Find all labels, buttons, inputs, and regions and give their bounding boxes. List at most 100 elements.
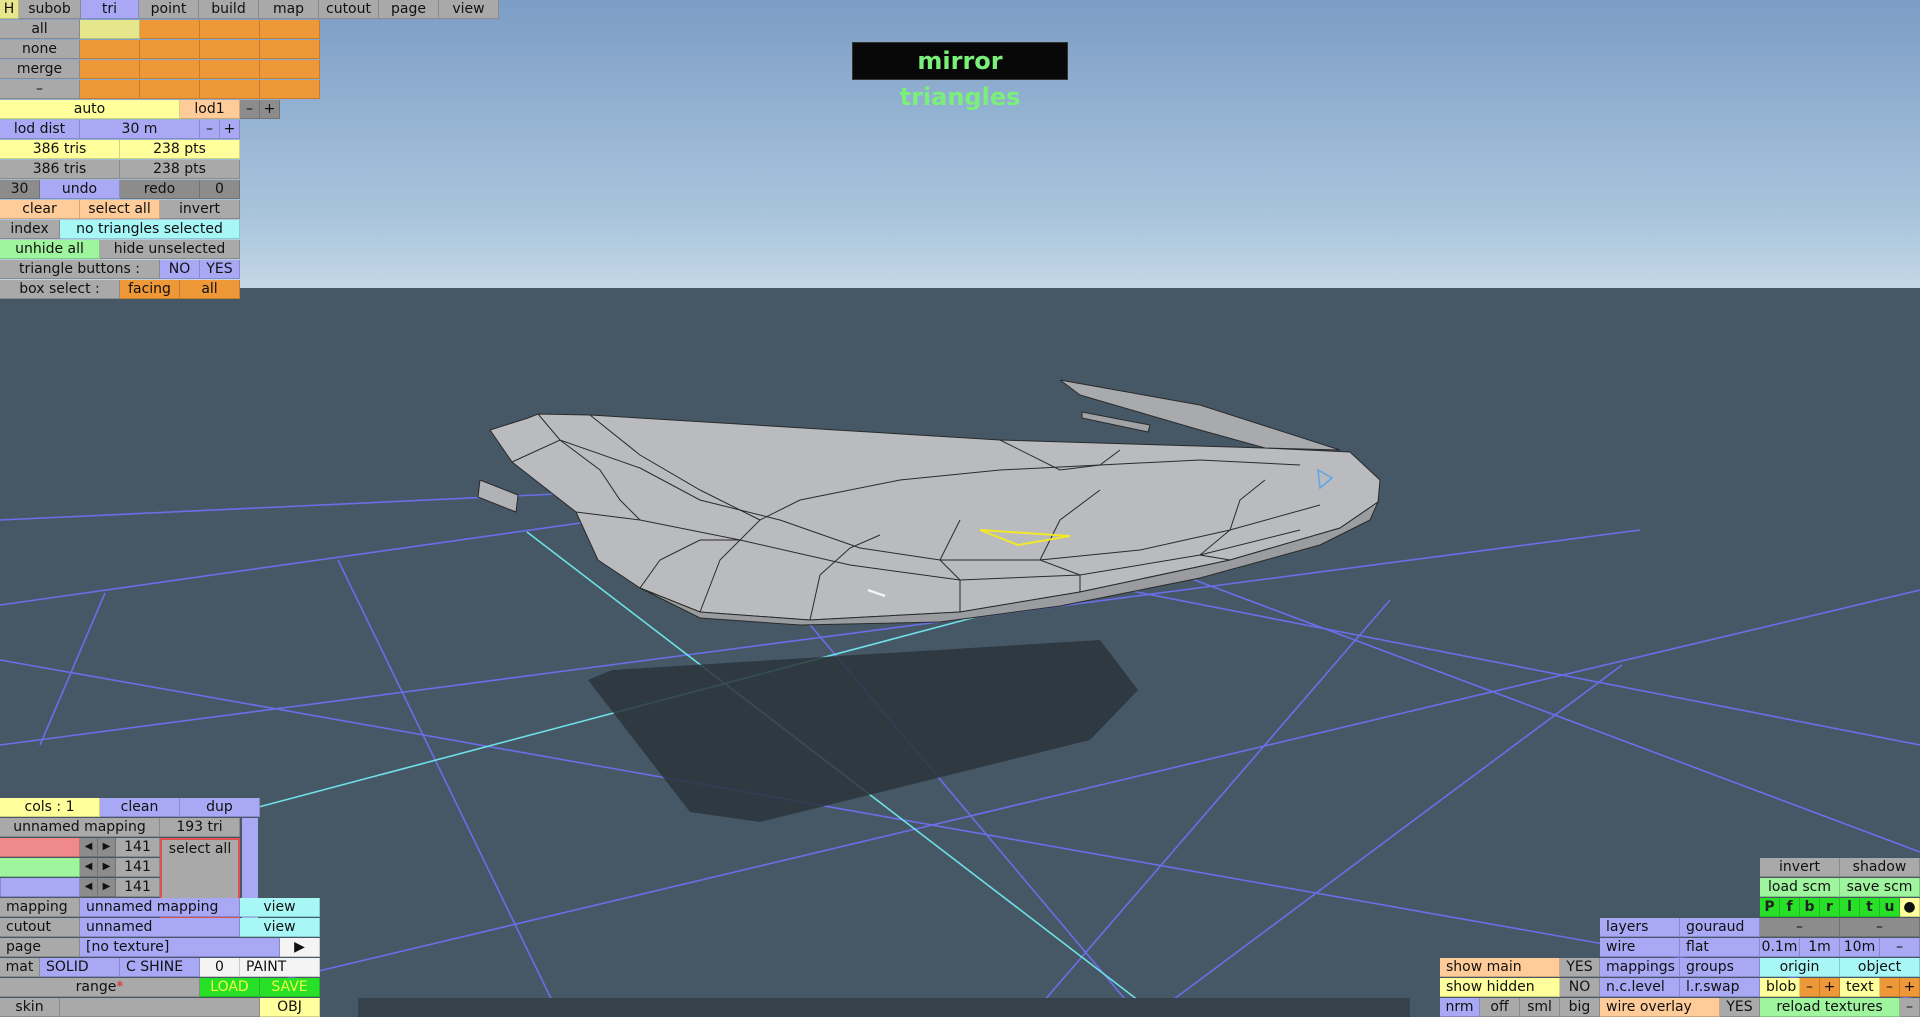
show-main-value[interactable]: YES (1560, 958, 1600, 977)
lod-inc-button[interactable]: + (260, 100, 280, 119)
object-button[interactable]: object (1840, 958, 1920, 977)
blob-inc-button[interactable]: + (1820, 978, 1840, 997)
groups-button[interactable]: groups (1680, 958, 1760, 977)
unhide-all-button[interactable]: unhide all (0, 240, 100, 259)
grid-size-1m[interactable]: 1m (1800, 938, 1840, 957)
toggle-p[interactable]: P (1760, 898, 1780, 917)
color-row-green[interactable] (0, 858, 80, 877)
selection-slot[interactable] (260, 40, 320, 59)
triangle-buttons-yes[interactable]: YES (200, 260, 240, 279)
selection-slot[interactable] (200, 80, 260, 99)
selection-slot[interactable] (260, 60, 320, 79)
color-row-red[interactable] (0, 838, 80, 857)
lod-dist-dec-button[interactable]: – (200, 120, 220, 139)
lr-swap-button[interactable]: l.r.swap (1680, 978, 1760, 997)
cols-label[interactable]: cols : 1 (0, 798, 100, 817)
dash-button[interactable]: – (1840, 918, 1920, 937)
lod-auto-button[interactable]: auto (0, 100, 180, 119)
grid-dec-button[interactable]: – (1880, 938, 1920, 957)
toggle-dot-icon[interactable]: ● (1900, 898, 1920, 917)
select-subtract-row[interactable]: – (0, 80, 80, 99)
index-label[interactable]: index (0, 220, 60, 239)
undo-button[interactable]: undo (40, 180, 120, 199)
mapping-name[interactable]: unnamed mapping (0, 818, 160, 837)
select-none-row[interactable]: none (0, 40, 80, 59)
mappings-button[interactable]: mappings (1600, 958, 1680, 977)
big-button[interactable]: big (1560, 998, 1600, 1017)
toggle-r[interactable]: r (1820, 898, 1840, 917)
tab-build[interactable]: build (199, 0, 259, 19)
blob-dec-button[interactable]: – (1800, 978, 1820, 997)
blob-button[interactable]: blob (1760, 978, 1800, 997)
toggle-u[interactable]: u (1880, 898, 1900, 917)
3d-viewport[interactable] (0, 0, 1920, 1017)
toggle-t[interactable]: t (1860, 898, 1880, 917)
shine-value[interactable]: 0 (200, 958, 240, 977)
layers-button[interactable]: layers (1600, 918, 1680, 937)
show-main-label[interactable]: show main (1440, 958, 1560, 977)
lod-dist-value[interactable]: 30 m (80, 120, 200, 139)
reload-dec-button[interactable]: – (1900, 998, 1920, 1017)
origin-button[interactable]: origin (1760, 958, 1840, 977)
wire-button[interactable]: wire (1600, 938, 1680, 957)
tab-tri[interactable]: tri (81, 0, 139, 19)
lod-dec-button[interactable]: – (240, 100, 260, 119)
grid-size-0-1m[interactable]: 0.1m (1760, 938, 1800, 957)
show-hidden-value[interactable]: NO (1560, 978, 1600, 997)
selection-slot[interactable] (140, 60, 200, 79)
dash-button[interactable]: – (1760, 918, 1840, 937)
tab-subob[interactable]: subob (19, 0, 81, 19)
cutout-view-button[interactable]: view (240, 918, 320, 937)
nc-level-button[interactable]: n.c.level (1600, 978, 1680, 997)
save-scm-button[interactable]: save scm (1840, 878, 1920, 897)
box-select-facing[interactable]: facing (120, 280, 180, 299)
arrow-right-icon[interactable]: ▶ (98, 838, 116, 857)
page-value[interactable]: [no texture] (80, 938, 280, 957)
select-all-row[interactable]: all (0, 20, 80, 39)
select-all-button[interactable]: select all (80, 200, 160, 219)
selection-slot[interactable] (260, 20, 320, 39)
color-row-blue[interactable] (0, 878, 80, 897)
gouraud-button[interactable]: gouraud (1680, 918, 1760, 937)
tab-cutout[interactable]: cutout (319, 0, 379, 19)
nrm-button[interactable]: nrm (1440, 998, 1480, 1017)
selection-slot[interactable] (200, 20, 260, 39)
invert-button[interactable]: invert (1760, 858, 1840, 877)
cshine-button[interactable]: C SHINE (120, 958, 200, 977)
tab-view[interactable]: view (439, 0, 499, 19)
tab-map[interactable]: map (259, 0, 319, 19)
hide-unselected-button[interactable]: hide unselected (100, 240, 240, 259)
toggle-l[interactable]: l (1840, 898, 1860, 917)
range-button[interactable]: range* (0, 978, 200, 997)
flat-button[interactable]: flat (1680, 938, 1760, 957)
arrow-right-icon[interactable]: ▶ (98, 878, 116, 897)
lod-level-button[interactable]: lod1 (180, 100, 240, 119)
toggle-f[interactable]: f (1780, 898, 1800, 917)
selection-slot[interactable] (200, 40, 260, 59)
page-arrow-icon[interactable]: ▶ (280, 938, 320, 957)
grid-size-10m[interactable]: 10m (1840, 938, 1880, 957)
clean-button[interactable]: clean (100, 798, 180, 817)
text-inc-button[interactable]: + (1900, 978, 1920, 997)
sml-button[interactable]: sml (1520, 998, 1560, 1017)
arrow-right-icon[interactable]: ▶ (98, 858, 116, 877)
cutout-value[interactable]: unnamed (80, 918, 240, 937)
arrow-left-icon[interactable]: ◀ (80, 858, 98, 877)
mapping-view-button[interactable]: view (240, 898, 320, 917)
save-button[interactable]: SAVE (260, 978, 320, 997)
selection-slot[interactable] (140, 20, 200, 39)
text-button[interactable]: text (1840, 978, 1880, 997)
tab-h[interactable]: H (0, 0, 19, 19)
select-merge-row[interactable]: merge (0, 60, 80, 79)
paint-button[interactable]: PAINT (240, 958, 320, 977)
invert-selection-button[interactable]: invert (160, 200, 240, 219)
wire-overlay-value[interactable]: YES (1720, 998, 1760, 1017)
text-dec-button[interactable]: – (1880, 978, 1900, 997)
solid-button[interactable]: SOLID (40, 958, 120, 977)
arrow-left-icon[interactable]: ◀ (80, 878, 98, 897)
dup-button[interactable]: dup (180, 798, 260, 817)
tab-point[interactable]: point (139, 0, 199, 19)
clear-selection-button[interactable]: clear (0, 200, 80, 219)
redo-button[interactable]: redo (120, 180, 200, 199)
obj-button[interactable]: OBJ (260, 998, 320, 1017)
